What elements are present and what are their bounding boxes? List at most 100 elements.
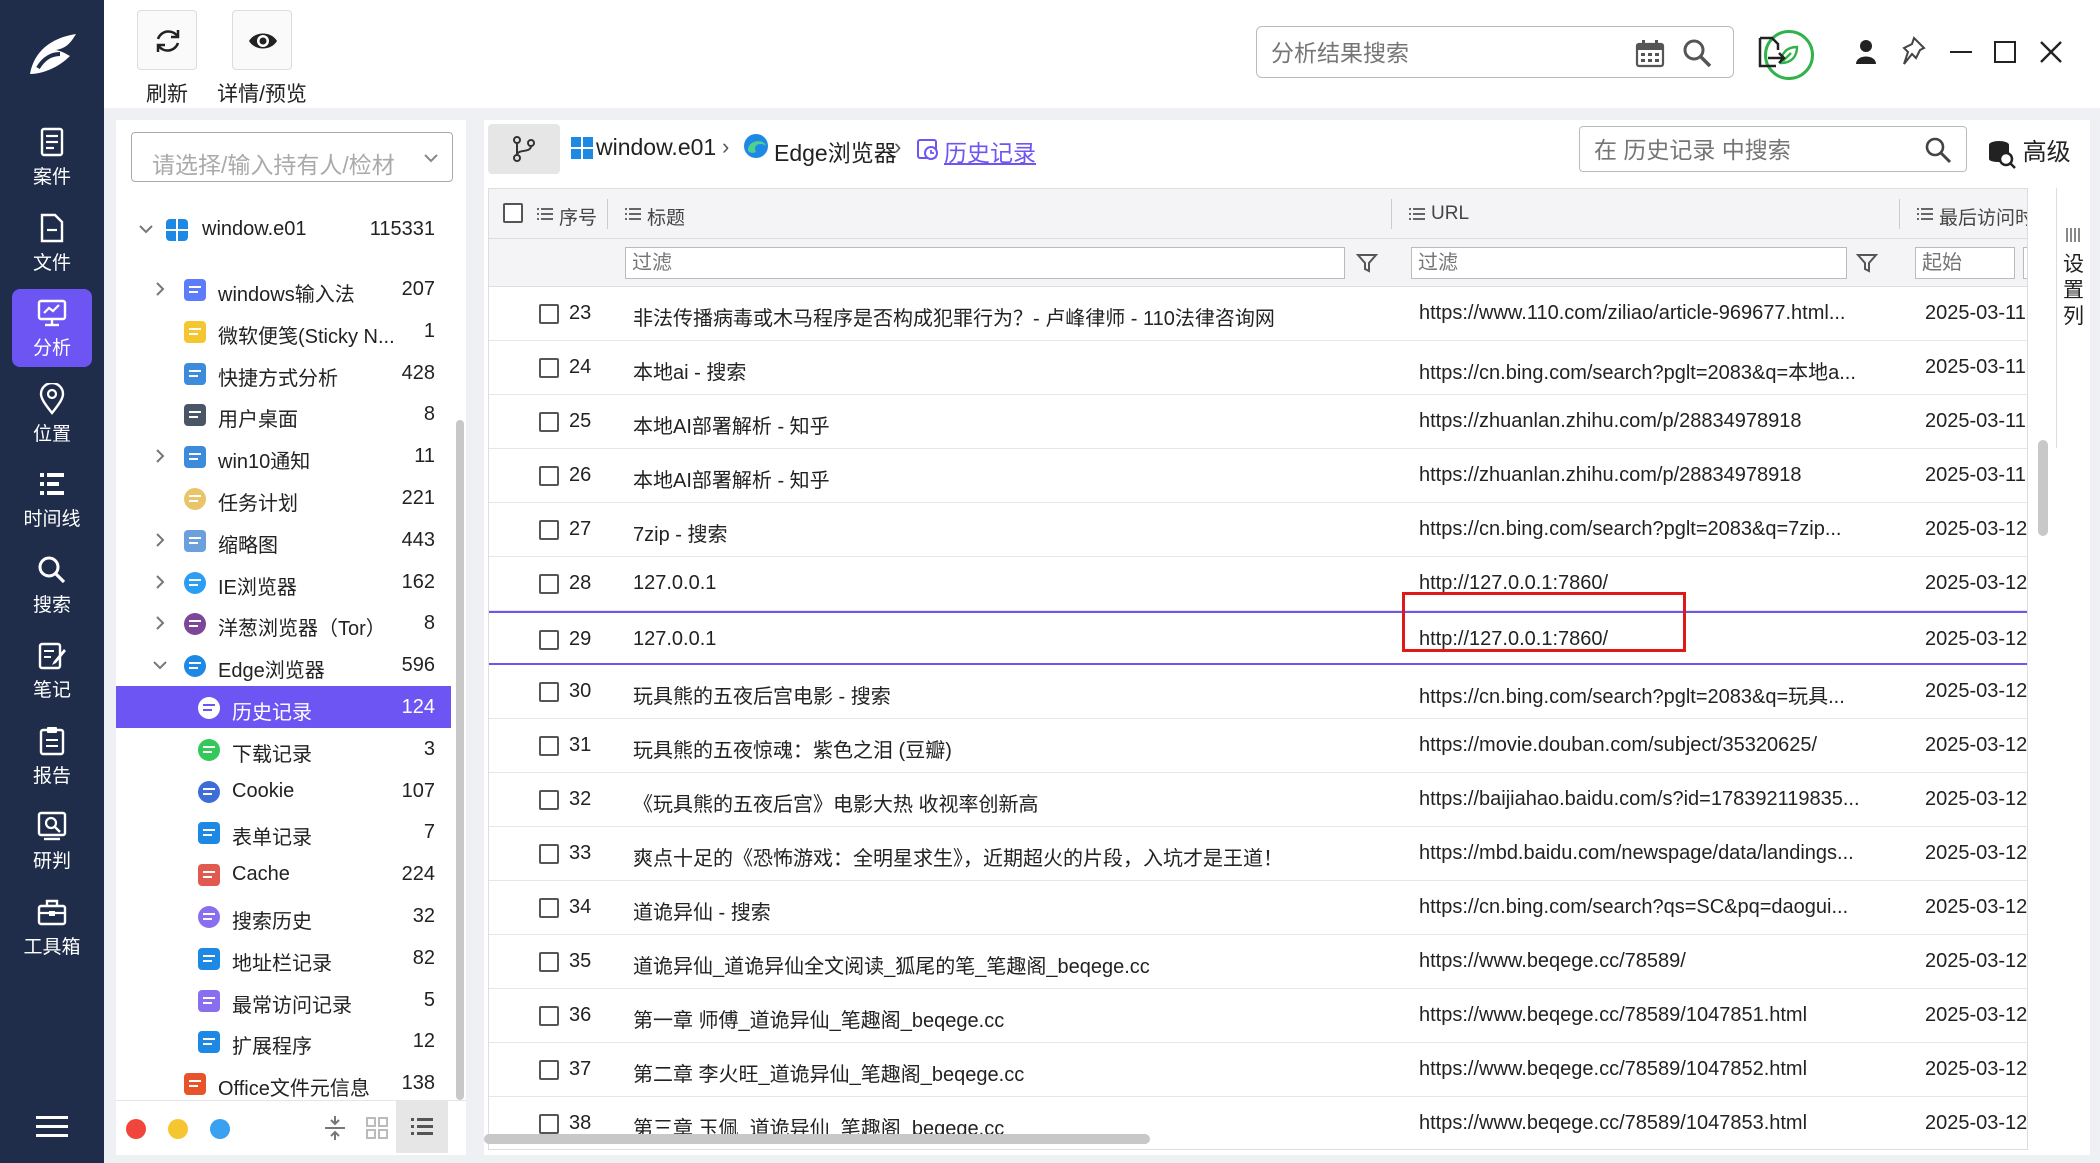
tree-item[interactable]: 快捷方式分析 428 [116,352,451,394]
table-row[interactable]: 32 《玩具熊的五夜后宫》电影大热 收视率创新高 https://baijiahao… [489,773,2027,827]
table-row[interactable]: 29 127.0.0.1 http://127.0.0.1:7860/2025-03… [489,611,2027,665]
row-url[interactable]: https://mbd.baidu.com/newspage/data/land… [1419,842,1854,865]
row-checkbox[interactable] [539,790,559,810]
row-checkbox[interactable] [539,952,559,972]
tree-item[interactable]: 搜索历史 32 [116,895,451,937]
search-icon[interactable] [1924,136,1952,164]
column-menu-icon[interactable] [1917,206,1933,222]
tree-item[interactable]: IE浏览器 162 [116,561,451,603]
tree-item[interactable]: windows输入法 207 [116,268,451,310]
preview-button[interactable]: 详情/预览 [212,10,312,106]
row-checkbox[interactable] [539,1060,559,1080]
select-all-checkbox[interactable] [503,203,523,223]
row-checkbox[interactable] [539,736,559,756]
row-url[interactable]: https://baijiahao.baidu.com/s?id=1783921… [1419,788,1860,811]
chevron-right-icon[interactable] [152,615,168,631]
chevron-right-icon[interactable] [152,448,168,464]
tree-item[interactable]: window.e01 115331 [116,208,451,250]
row-url[interactable]: https://cn.bing.com/search?pglt=2083&q=玩… [1419,680,1845,709]
header-index[interactable]: 序号 [559,203,597,230]
yellow-dot-filter[interactable] [168,1119,188,1139]
filter-icon[interactable] [1855,251,1879,275]
result-search-input[interactable] [1271,37,1631,69]
table-row[interactable]: 27 7zip - 搜索 https://cn.bing.com/search?pg… [489,503,2027,557]
row-checkbox[interactable] [539,304,559,324]
column-menu-icon[interactable] [625,206,641,222]
blue-dot-filter[interactable] [210,1119,230,1139]
row-url[interactable]: https://www.beqege.cc/78589/1047851.html [1419,1004,1807,1027]
column-divider[interactable] [1899,199,1900,229]
filter-icon[interactable] [1355,251,1379,275]
main-menu-icon[interactable] [36,1114,68,1140]
table-row[interactable]: 36 第一章 师傅_道诡异仙_笔趣阁_beqege.cc https://www.b… [489,989,2027,1043]
breadcrumb-current[interactable]: 历史记录 [944,134,1036,168]
tree-item[interactable]: win10通知 11 [116,435,451,477]
rail-item-judge[interactable]: 研判 [12,802,92,880]
column-divider[interactable] [607,199,608,229]
table-row[interactable]: 28 127.0.0.1 http://127.0.0.1:7860/2025-03… [489,557,2027,611]
advanced-search-button[interactable]: 高级 [1986,132,2071,169]
close-icon[interactable] [2038,36,2064,68]
row-checkbox[interactable] [539,1006,559,1026]
rail-item-report[interactable]: 报告 [12,717,92,795]
tree-item[interactable]: 历史记录 124 [116,686,451,728]
row-checkbox[interactable] [539,630,559,650]
rail-item-search[interactable]: 搜索 [12,546,92,624]
table-row[interactable]: 23 非法传播病毒或木马程序是否构成犯罪行为？- 卢峰律师 - 110法律咨询网 h… [489,287,2027,341]
history-search-box[interactable] [1579,126,1967,172]
table-row[interactable]: 24 本地ai - 搜索 https://cn.bing.com/search?pg… [489,341,2027,395]
rail-item-location[interactable]: 位置 [12,375,92,453]
header-last-visit[interactable]: 最后访问时间 [1939,203,2027,230]
tree-item[interactable]: 洋葱浏览器（Tor） 8 [116,602,451,644]
tree-item[interactable]: 表单记录 7 [116,811,451,853]
end-date-filter-input[interactable] [2023,247,2027,279]
history-search-input[interactable] [1594,135,1894,165]
row-url[interactable]: https://www.beqege.cc/78589/1047852.html [1419,1058,1807,1081]
refresh-button[interactable]: 刷新 [132,10,202,106]
rail-item-timeline[interactable]: 时间线 [12,460,92,538]
owner-select[interactable]: 请选择/输入持有人/检材 [131,132,453,182]
table-vertical-scrollbar[interactable] [2038,440,2048,536]
header-title[interactable]: 标题 [647,203,685,230]
tree-item[interactable]: 用户桌面 8 [116,393,451,435]
breadcrumb-root[interactable]: window.e01 [596,134,716,161]
table-row[interactable]: 31 玩具熊的五夜惊魂：紫色之泪 (豆瓣) https://movie.douban… [489,719,2027,773]
url-filter-input[interactable] [1411,247,1847,279]
tree-item[interactable]: 微软便笺(Sticky N... 1 [116,310,451,352]
breadcrumb-browser[interactable]: Edge浏览器 [774,134,897,168]
row-url[interactable]: https://www.110.com/ziliao/article-96967… [1419,302,1845,325]
table-row[interactable]: 33 爽点十足的《恐怖游戏：全明星求生》，近期超火的片段，入坑才是王道！ https… [489,827,2027,881]
rail-item-file[interactable]: 文件 [12,204,92,282]
tree-item[interactable]: Office文件元信息 138 [116,1062,451,1104]
table-row[interactable]: 25 本地AI部署解析 - 知乎 https://zhuanlan.zhihu.co… [489,395,2027,449]
chevron-right-icon[interactable] [152,574,168,590]
row-url[interactable]: https://zhuanlan.zhihu.com/p/28834978918 [1419,410,1802,433]
header-url[interactable]: URL [1431,203,1469,225]
list-view-button[interactable] [396,1101,448,1153]
row-url[interactable]: https://www.beqege.cc/78589/1047853.html [1419,1112,1807,1135]
tree-scrollbar[interactable] [456,420,464,1100]
row-checkbox[interactable] [539,1114,559,1134]
column-menu-icon[interactable] [537,206,553,222]
row-checkbox[interactable] [539,520,559,540]
table-row[interactable]: 30 玩具熊的五夜后宫电影 - 搜索 https://cn.bing.com/sea… [489,665,2027,719]
row-checkbox[interactable] [539,844,559,864]
tree-item[interactable]: 任务计划 221 [116,477,451,519]
chevron-down-icon[interactable] [152,657,168,673]
column-divider[interactable] [1391,199,1392,229]
minimize-icon[interactable] [1948,36,1974,68]
row-url[interactable]: https://cn.bing.com/search?pglt=2083&q=本… [1419,356,1856,385]
branch-toggle-button[interactable] [488,124,560,174]
tree-item[interactable]: 最常访问记录 5 [116,979,451,1021]
tree-item[interactable]: Cookie 107 [116,770,451,812]
maximize-icon[interactable] [1992,36,2018,68]
table-horizontal-scrollbar[interactable] [484,1134,1150,1144]
chevron-right-icon[interactable] [152,532,168,548]
tree-item[interactable]: Cache 224 [116,853,451,895]
chevron-right-icon[interactable] [152,281,168,297]
column-menu-icon[interactable] [1409,206,1425,222]
chevron-down-icon[interactable] [138,221,154,237]
tree-item[interactable]: 扩展程序 12 [116,1020,451,1062]
row-checkbox[interactable] [539,466,559,486]
row-url[interactable]: https://movie.douban.com/subject/3532062… [1419,734,1817,757]
